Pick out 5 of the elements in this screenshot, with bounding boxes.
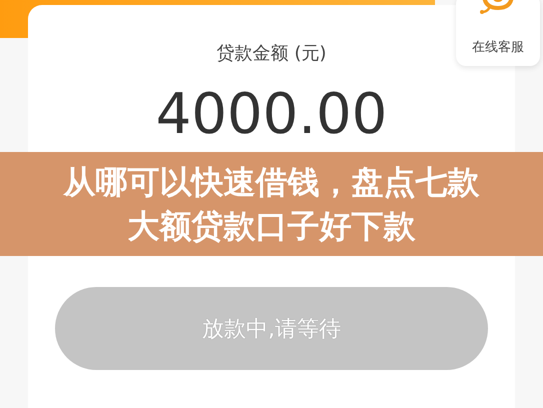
banner-title: 从哪可以快速借钱，盘点七款 [64, 162, 480, 203]
loan-amount: 4000.00 [156, 87, 388, 143]
support-button[interactable]: 在线客服 [456, 0, 540, 66]
loan-amount-label: 贷款金额 (元) [216, 42, 326, 65]
banner-title: 大额贷款口子好下款 [128, 206, 416, 247]
